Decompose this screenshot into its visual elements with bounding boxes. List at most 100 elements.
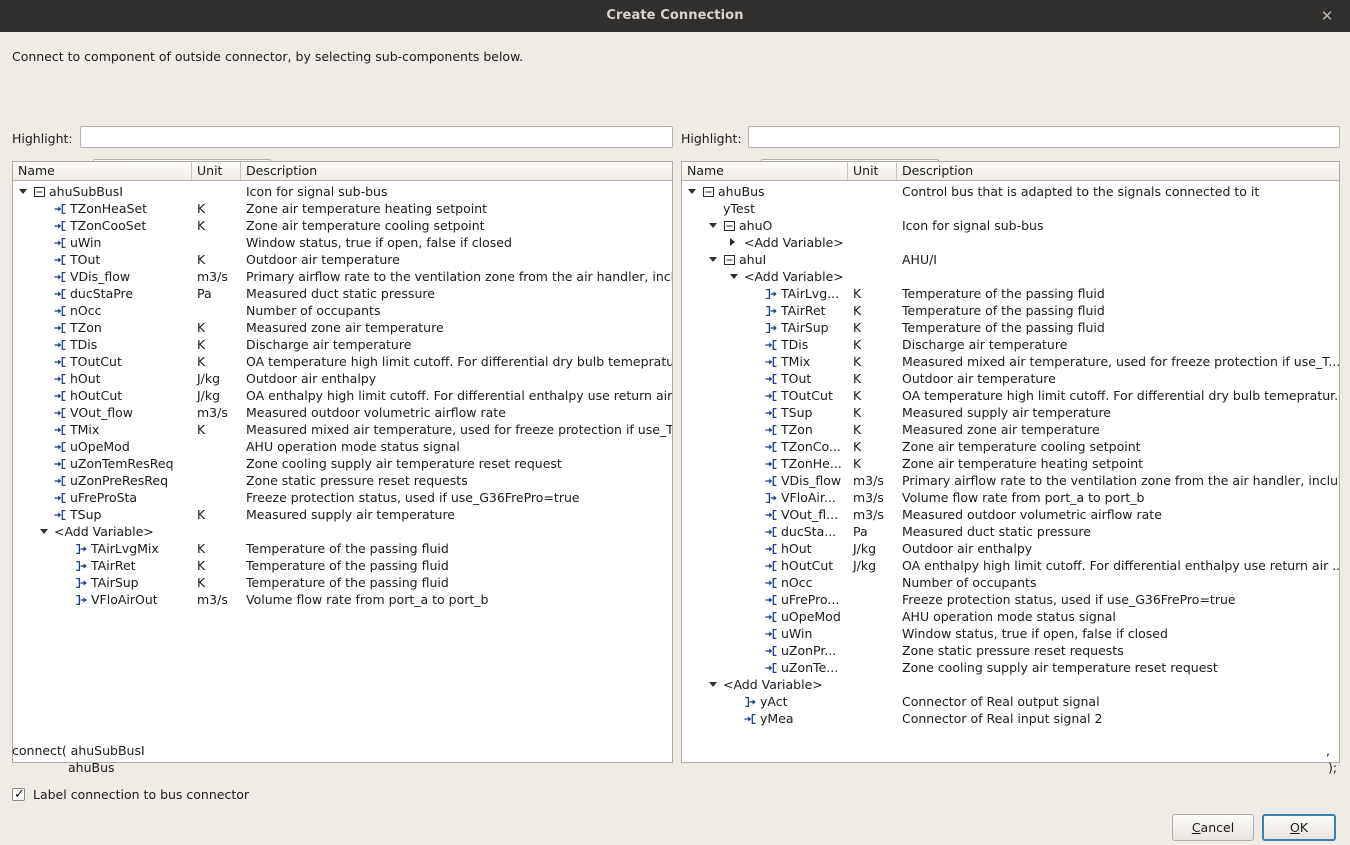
table-row[interactable]: TZonHeaSet K Zone air temperature heating … xyxy=(13,200,672,217)
tree-expander-open-icon[interactable] xyxy=(688,189,696,194)
table-row[interactable]: <Add Variable> xyxy=(682,234,1339,251)
label-connection-checkbox[interactable]: ✓ Label connection to bus connector xyxy=(12,787,249,802)
table-row[interactable]: uZonPr... Zone static pressure reset requ… xyxy=(682,642,1339,659)
input-connector-icon xyxy=(744,713,757,725)
table-row[interactable]: TDis K Discharge air temperature xyxy=(682,336,1339,353)
table-row[interactable]: VOut_flow m3/s Measured outdoor volumetric… xyxy=(13,404,672,421)
table-row[interactable]: uZonPreResReq Zone static pressure reset … xyxy=(13,472,672,489)
table-row[interactable]: uZonTe... Zone cooling supply air tempera… xyxy=(682,659,1339,676)
table-row[interactable]: yMea Connector of Real input signal 2 xyxy=(682,710,1339,727)
table-row[interactable]: TOut K Outdoor air temperature xyxy=(13,251,672,268)
cancel-button[interactable]: Cancel xyxy=(1172,814,1254,841)
table-row[interactable]: ahuI AHU/I xyxy=(682,251,1339,268)
table-row[interactable]: <Add Variable> xyxy=(682,676,1339,693)
table-row[interactable]: uZonTemResReq Zone cooling supply air tem… xyxy=(13,455,672,472)
table-row[interactable]: TSup K Measured supply air temperature xyxy=(13,506,672,523)
left-col-desc[interactable]: Description xyxy=(241,162,672,180)
table-row[interactable]: TZon K Measured zone air temperature xyxy=(682,421,1339,438)
table-row[interactable]: hOutCut J/kg OA enthalpy high limit cutoff… xyxy=(682,557,1339,574)
dialog-instruction: Connect to component of outside connecto… xyxy=(12,49,524,64)
table-row[interactable]: TAirSup K Temperature of the passing fluid xyxy=(13,574,672,591)
table-row[interactable]: TAirLvgMix K Temperature of the passing fl… xyxy=(13,540,672,557)
tree-node-description: Outdoor air temperature xyxy=(902,371,1056,386)
table-row[interactable]: TMix K Measured mixed air temperature, use… xyxy=(13,421,672,438)
tree-node-description: Number of occupants xyxy=(246,303,381,318)
tree-node-description: AHU/I xyxy=(902,252,937,267)
table-row[interactable]: nOcc Number of occupants xyxy=(682,574,1339,591)
checkbox-box[interactable]: ✓ xyxy=(12,787,25,802)
table-row[interactable]: uFreProSta Freeze protection status, used… xyxy=(13,489,672,506)
tree-expander-closed-icon[interactable] xyxy=(730,238,735,246)
right-component-tree[interactable]: Name Unit Description ahuBus Control bus … xyxy=(681,161,1340,763)
tree-node-name: uWin xyxy=(70,235,102,250)
tree-node-name: TZonCooSet xyxy=(70,218,147,233)
table-row[interactable]: ducSta... Pa Measured duct static pressure xyxy=(682,523,1339,540)
tree-node-unit: J/kg xyxy=(853,558,877,573)
table-row[interactable]: TZonHe... K Zone air temperature heating s… xyxy=(682,455,1339,472)
table-row[interactable]: ahuO Icon for signal sub-bus xyxy=(682,217,1339,234)
table-row[interactable]: uOpeMod AHU operation mode status signal xyxy=(682,608,1339,625)
table-row[interactable]: <Add Variable> xyxy=(13,523,672,540)
left-col-unit[interactable]: Unit xyxy=(192,162,240,180)
table-row[interactable]: TOut K Outdoor air temperature xyxy=(682,370,1339,387)
input-connector-icon xyxy=(54,220,67,232)
table-row[interactable]: uWin Window status, true if open, false i… xyxy=(13,234,672,251)
tree-expander-open-icon[interactable] xyxy=(709,682,717,687)
tree-expander-open-icon[interactable] xyxy=(709,257,717,262)
table-row[interactable]: hOutCut J/kg OA enthalpy high limit cutoff… xyxy=(13,387,672,404)
table-row[interactable]: TAirRet K Temperature of the passing fluid xyxy=(682,302,1339,319)
table-row[interactable]: ahuSubBusI Icon for signal sub-bus xyxy=(13,183,672,200)
table-row[interactable]: ahuBus Control bus that is adapted to the… xyxy=(682,183,1339,200)
left-component-tree[interactable]: Name Unit Description ahuSubBusI Icon for… xyxy=(12,161,673,763)
input-connector-icon xyxy=(765,645,778,657)
close-icon[interactable]: ✕ xyxy=(1310,0,1344,32)
ok-button[interactable]: OK xyxy=(1262,814,1336,841)
table-row[interactable]: VFloAir... m3/s Volume flow rate from port… xyxy=(682,489,1339,506)
tree-node-description: Window status, true if open, false if cl… xyxy=(246,235,512,250)
table-row[interactable]: yTest xyxy=(682,200,1339,217)
table-row[interactable]: uOpeMod AHU operation mode status signal xyxy=(13,438,672,455)
tree-expander-open-icon[interactable] xyxy=(19,189,27,194)
input-connector-icon xyxy=(54,424,67,436)
table-row[interactable]: TZonCo... K Zone air temperature cooling s… xyxy=(682,438,1339,455)
left-col-name[interactable]: Name xyxy=(13,162,191,180)
table-row[interactable]: ducStaPre Pa Measured duct static pressure xyxy=(13,285,672,302)
table-row[interactable]: TZon K Measured zone air temperature xyxy=(13,319,672,336)
table-row[interactable]: TAirRet K Temperature of the passing fluid xyxy=(13,557,672,574)
table-row[interactable]: VOut_fl... m3/s Measured outdoor volumetri… xyxy=(682,506,1339,523)
tree-node-description: Volume flow rate from port_a to port_b xyxy=(246,592,489,607)
table-row[interactable]: hOut J/kg Outdoor air enthalpy xyxy=(13,370,672,387)
tree-node-unit: Pa xyxy=(197,286,212,301)
right-col-name[interactable]: Name xyxy=(682,162,847,180)
table-row[interactable]: TAirSup K Temperature of the passing fluid xyxy=(682,319,1339,336)
tree-expander-open-icon[interactable] xyxy=(709,223,717,228)
table-row[interactable]: hOut J/kg Outdoor air enthalpy xyxy=(682,540,1339,557)
table-row[interactable]: TDis K Discharge air temperature xyxy=(13,336,672,353)
table-row[interactable]: VDis_flow m3/s Primary airflow rate to the… xyxy=(13,268,672,285)
table-row[interactable]: uFrePro... Freeze protection status, used… xyxy=(682,591,1339,608)
table-row[interactable]: TOutCut K OA temperature high limit cutoff… xyxy=(682,387,1339,404)
table-row[interactable]: yAct Connector of Real output signal xyxy=(682,693,1339,710)
right-col-desc[interactable]: Description xyxy=(897,162,1339,180)
table-row[interactable]: TOutCut K OA temperature high limit cutoff… xyxy=(13,353,672,370)
table-row[interactable]: VDis_flow m3/s Primary airflow rate to the… xyxy=(682,472,1339,489)
tree-node-name: ducStaPre xyxy=(70,286,134,301)
tree-expander-open-icon[interactable] xyxy=(730,274,738,279)
right-highlight-input[interactable] xyxy=(748,126,1340,148)
right-col-unit[interactable]: Unit xyxy=(848,162,896,180)
table-row[interactable]: TAirLvg... K Temperature of the passing fl… xyxy=(682,285,1339,302)
input-connector-icon xyxy=(54,509,67,521)
table-row[interactable]: nOcc Number of occupants xyxy=(13,302,672,319)
table-row[interactable]: TZonCooSet K Zone air temperature cooling … xyxy=(13,217,672,234)
table-row[interactable]: VFloAirOut m3/s Volume flow rate from port… xyxy=(13,591,672,608)
table-row[interactable]: TSup K Measured supply air temperature xyxy=(682,404,1339,421)
tree-node-description: Connector of Real output signal xyxy=(902,694,1100,709)
left-highlight-input[interactable] xyxy=(80,126,673,148)
input-connector-icon xyxy=(765,424,778,436)
tree-node-unit: K xyxy=(197,337,206,352)
tree-node-name: TAirRet xyxy=(91,558,136,573)
table-row[interactable]: <Add Variable> xyxy=(682,268,1339,285)
table-row[interactable]: TMix K Measured mixed air temperature, use… xyxy=(682,353,1339,370)
tree-expander-open-icon[interactable] xyxy=(40,529,48,534)
table-row[interactable]: uWin Window status, true if open, false i… xyxy=(682,625,1339,642)
